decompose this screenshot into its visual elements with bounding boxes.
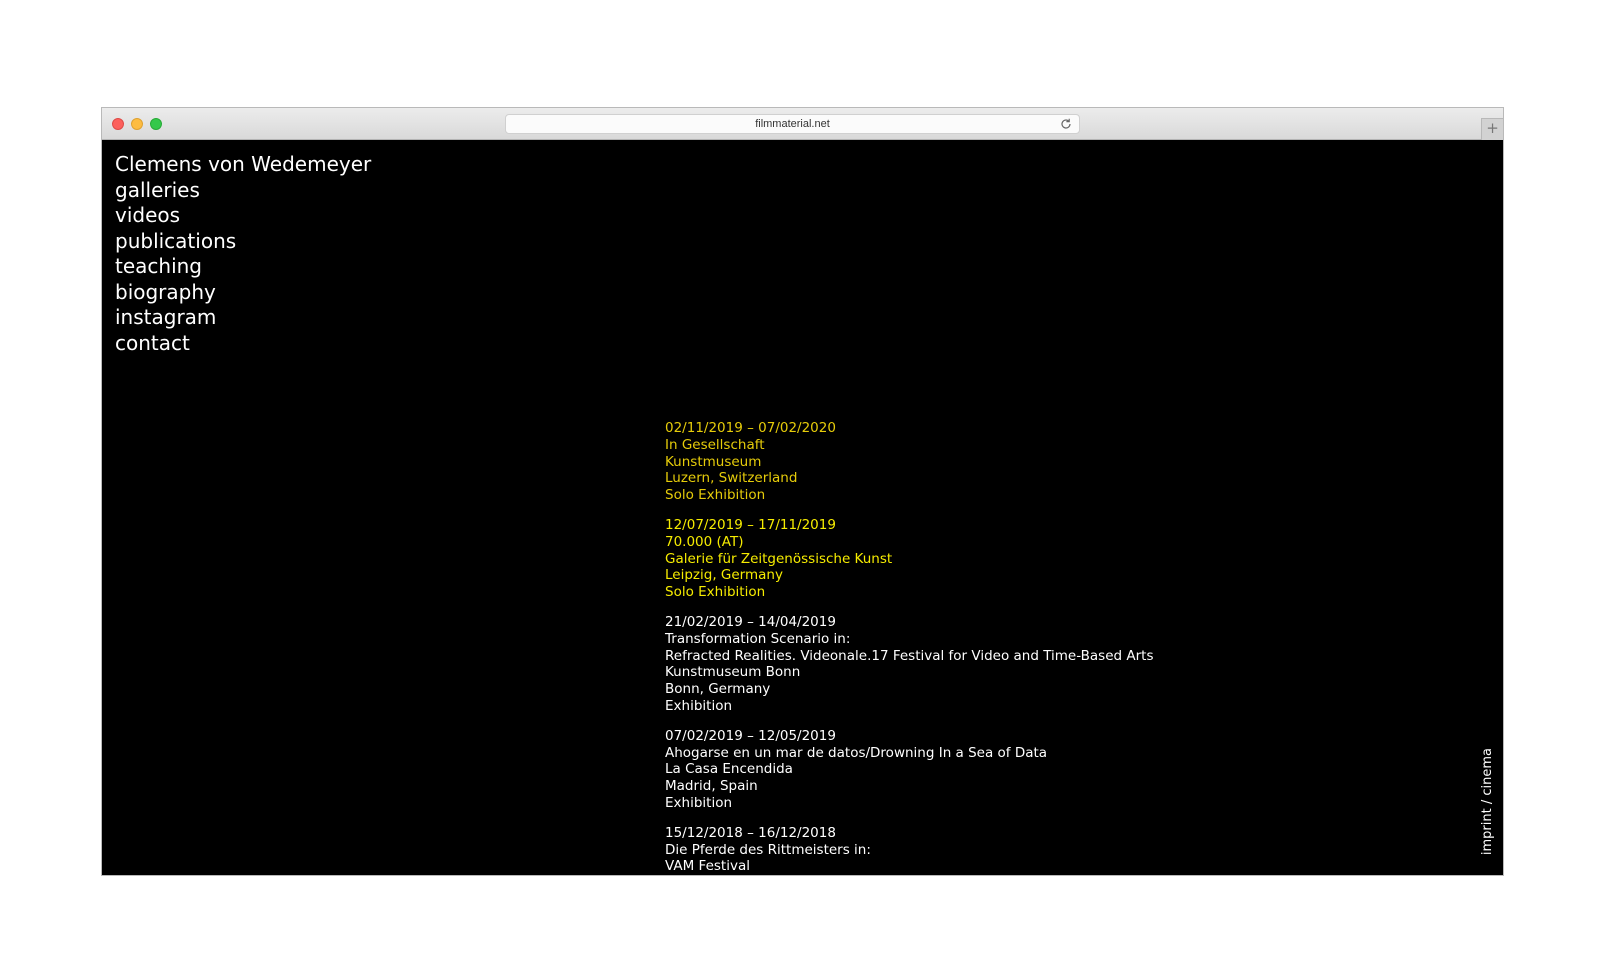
nav-item-instagram[interactable]: instagram xyxy=(115,305,371,331)
exhibition-location: Leipzig, Germany xyxy=(665,567,783,584)
page-content: Clemens von Wedemeyer galleries videos p… xyxy=(102,140,1503,875)
site-title-link[interactable]: Clemens von Wedemeyer xyxy=(115,152,371,178)
exhibition-location: Bonn, Germany xyxy=(665,681,771,698)
exhibition-title: Transformation Scenario in: xyxy=(665,630,851,647)
exhibition-dates: 21/02/2019 – 14/04/2019 xyxy=(665,613,836,630)
exhibition-location: Madrid, Spain xyxy=(665,778,758,795)
exhibition-entry[interactable]: 21/02/2019 – 14/04/2019 Transformation S… xyxy=(665,614,1385,715)
exhibition-type: Exhibition xyxy=(665,697,733,714)
new-tab-button[interactable]: + xyxy=(1481,118,1503,140)
exhibition-title: 70.000 (AT) xyxy=(665,533,744,550)
nav-item-teaching[interactable]: teaching xyxy=(115,254,371,280)
exhibition-venue: Galerie für Zeitgenössische Kunst xyxy=(665,550,893,567)
main-navigation: Clemens von Wedemeyer galleries videos p… xyxy=(115,152,371,356)
exhibition-type: Exhibition xyxy=(665,794,733,811)
exhibition-dates: 07/02/2019 – 12/05/2019 xyxy=(665,727,836,744)
imprint-link[interactable]: imprint xyxy=(1480,808,1495,855)
exhibition-location: Luzern, Switzerland xyxy=(665,470,798,487)
nav-item-publications[interactable]: publications xyxy=(115,229,371,255)
exhibition-venue: Kunstmuseum xyxy=(665,453,762,470)
url-text: filmmaterial.net xyxy=(755,118,830,130)
nav-item-biography[interactable]: biography xyxy=(115,280,371,306)
exhibition-venue: VAM Festival xyxy=(665,858,750,875)
link-separator: / xyxy=(1480,795,1495,809)
exhibition-venue: Kunstmuseum Bonn xyxy=(665,664,801,681)
exhibition-dates: 15/12/2018 – 16/12/2018 xyxy=(665,824,836,841)
exhibition-entry[interactable]: 12/07/2019 – 17/11/2019 70.000 (AT) Gale… xyxy=(665,517,1385,601)
nav-item-videos[interactable]: videos xyxy=(115,203,371,229)
reload-icon[interactable] xyxy=(1059,117,1073,131)
exhibition-entry[interactable]: 07/02/2019 – 12/05/2019 Ahogarse en un m… xyxy=(665,728,1385,812)
browser-window: filmmaterial.net + Clemens von Wedemeyer… xyxy=(101,107,1504,876)
exhibition-entry[interactable]: 15/12/2018 – 16/12/2018 Die Pferde des R… xyxy=(665,825,1385,875)
exhibition-subtitle: Refracted Realities. Videonale.17 Festiv… xyxy=(665,647,1154,664)
exhibition-dates: 12/07/2019 – 17/11/2019 xyxy=(665,516,836,533)
exhibition-entry[interactable]: 02/11/2019 – 07/02/2020 In Gesellschaft … xyxy=(665,420,1385,504)
exhibition-dates: 02/11/2019 – 07/02/2020 xyxy=(665,420,836,436)
browser-titlebar: filmmaterial.net + xyxy=(102,108,1503,140)
minimize-window-button[interactable] xyxy=(131,118,143,130)
cinema-link[interactable]: cinema xyxy=(1480,748,1495,796)
exhibition-title: In Gesellschaft xyxy=(665,436,765,453)
maximize-window-button[interactable] xyxy=(150,118,162,130)
exhibition-venue: La Casa Encendida xyxy=(665,761,793,778)
nav-item-contact[interactable]: contact xyxy=(115,331,371,357)
exhibition-type: Solo Exhibition xyxy=(665,487,766,504)
close-window-button[interactable] xyxy=(112,118,124,130)
exhibition-title: Ahogarse en un mar de datos/Drowning In … xyxy=(665,744,1048,761)
exhibition-title: Die Pferde des Rittmeisters in: xyxy=(665,841,871,858)
footer-links: imprint / cinema xyxy=(1480,748,1495,855)
address-bar[interactable]: filmmaterial.net xyxy=(505,114,1080,134)
exhibition-list: 02/11/2019 – 07/02/2020 In Gesellschaft … xyxy=(665,420,1385,875)
nav-item-galleries[interactable]: galleries xyxy=(115,178,371,204)
exhibition-type: Solo Exhibition xyxy=(665,584,766,601)
